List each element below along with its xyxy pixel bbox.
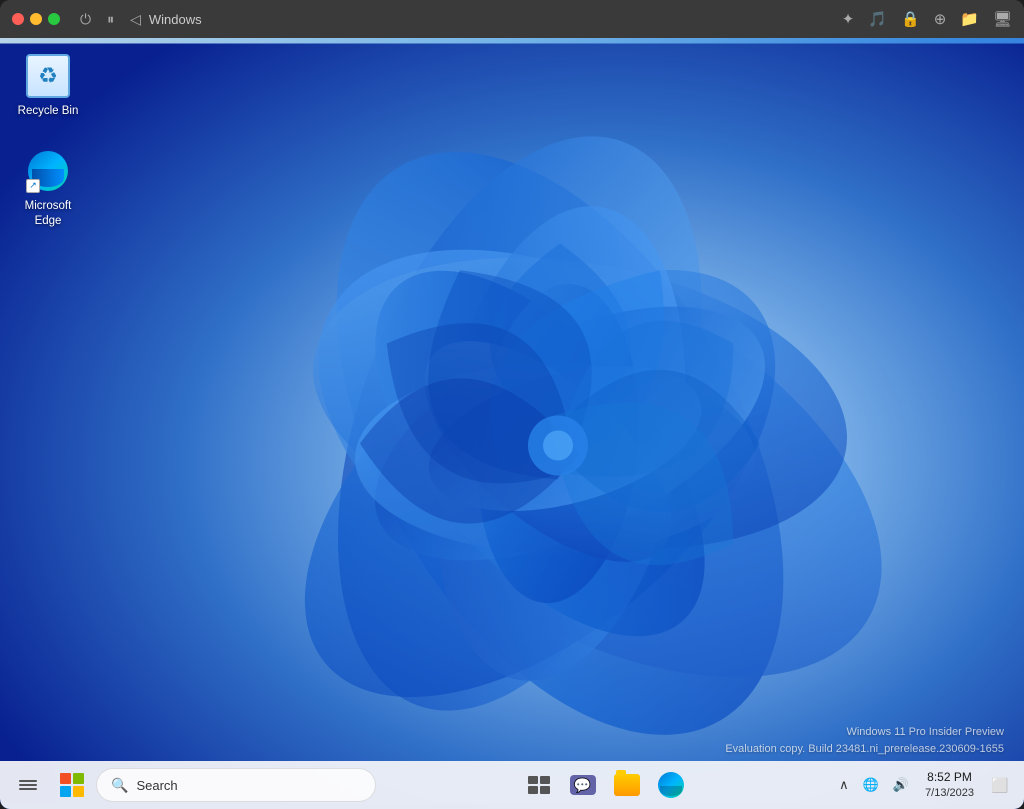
mac-back-button[interactable]: ◁ (130, 11, 141, 28)
edge-taskbar-icon (658, 772, 684, 798)
desktop-icons: ♻ Recycle Bin ↗ Microsoft Edge (8, 48, 88, 233)
recycle-bin-icon[interactable]: ♻ Recycle Bin (8, 48, 88, 123)
mac-minimize-button[interactable] (30, 13, 42, 25)
volume-button[interactable]: 🔊 (887, 773, 915, 797)
share-icon: ⊕ (934, 10, 947, 28)
windows-desktop[interactable]: ♻ Recycle Bin ↗ Microsoft Edge (0, 38, 1024, 809)
watermark-line2: Evaluation copy. Build 23481.ni_prerelea… (725, 741, 1004, 759)
win-logo-q2 (73, 773, 84, 784)
brightness-icon: ✦ (842, 10, 855, 28)
recycle-bin-label: Recycle Bin (18, 104, 79, 119)
clock-date: 7/13/2023 (925, 786, 974, 800)
mac-power-button[interactable]: ⏻ (80, 11, 91, 28)
tv-square-4 (540, 786, 550, 794)
widgets-button[interactable] (8, 765, 48, 805)
start-button[interactable] (52, 765, 92, 805)
globe-icon: 🌐 (863, 777, 879, 793)
notification-icon: ⬜ (991, 777, 1008, 794)
explorer-icon (614, 774, 640, 796)
task-view-button[interactable] (519, 765, 559, 805)
mac-nav-controls: ⏻ ⏸ ◁ (80, 11, 141, 28)
recycle-arrows-icon: ♻ (38, 63, 58, 89)
mac-window-controls (12, 13, 60, 25)
recycle-bin-graphic: ♻ (26, 54, 70, 98)
folder-icon: 📁 (960, 10, 979, 28)
file-explorer-button[interactable] (607, 765, 647, 805)
task-view-icon (528, 776, 550, 794)
win-logo-q4 (73, 786, 84, 797)
mac-titlebar: ⏻ ⏸ ◁ Windows ✦ 🎵 🔒 ⊕ 📁 🖥 (0, 0, 1024, 38)
win-logo-q1 (60, 773, 71, 784)
chevron-up-icon: ∧ (839, 777, 849, 793)
recycle-bin-image: ♻ (24, 52, 72, 100)
mac-title-label: Windows (149, 12, 202, 27)
microsoft-edge-icon[interactable]: ↗ Microsoft Edge (8, 143, 88, 233)
language-button[interactable]: 🌐 (857, 773, 885, 797)
clock-time: 8:52 PM (927, 770, 972, 786)
wallpaper-svg (0, 38, 1024, 809)
notification-button[interactable]: ⬜ (984, 767, 1016, 803)
mac-pause-button[interactable]: ⏸ (107, 11, 114, 28)
windows-logo (60, 773, 84, 797)
mac-window: ⏻ ⏸ ◁ Windows ✦ 🎵 🔒 ⊕ 📁 🖥 (0, 0, 1024, 809)
taskbar-search-bar[interactable]: 🔍 Search (96, 768, 376, 802)
edge-icon-label: Microsoft Edge (12, 199, 84, 229)
search-icon: 🔍 (111, 777, 128, 794)
meet-icon-symbol: 💬 (574, 777, 591, 794)
meet-now-button[interactable]: 💬 (563, 765, 603, 805)
meet-icon: 💬 (570, 775, 596, 795)
edge-icon-image: ↗ (24, 147, 72, 195)
mac-titlebar-right: ✦ 🎵 🔒 ⊕ 📁 🖥 (842, 10, 1012, 28)
edge-icon-wrapper: ↗ (26, 149, 70, 193)
mac-maximize-button[interactable] (48, 13, 60, 25)
watermark-line1: Windows 11 Pro Insider Preview (725, 724, 1004, 742)
taskbar-clock[interactable]: 8:52 PM 7/13/2023 (917, 768, 982, 802)
lock-icon: 🔒 (901, 10, 920, 28)
audio-icon: 🎵 (868, 10, 887, 28)
tray-overflow-button[interactable]: ∧ (833, 773, 855, 797)
windows-watermark: Windows 11 Pro Insider Preview Evaluatio… (725, 724, 1004, 759)
search-label: Search (136, 778, 177, 793)
taskbar-center-icons: 💬 (380, 765, 829, 805)
volume-icon: 🔊 (893, 777, 909, 793)
win-logo-q3 (60, 786, 71, 797)
edge-taskbar-button[interactable] (651, 765, 691, 805)
edge-shortcut-arrow: ↗ (26, 179, 40, 193)
tv-square-3 (528, 786, 538, 794)
system-tray: ∧ 🌐 🔊 8:52 PM 7/13/2023 ⬜ (833, 767, 1016, 803)
screen-icon: 🖥 (993, 10, 1012, 28)
windows-taskbar: 🔍 Search 💬 (0, 761, 1024, 809)
mac-close-button[interactable] (12, 13, 24, 25)
tv-square-1 (528, 776, 538, 784)
tv-square-2 (540, 776, 550, 784)
